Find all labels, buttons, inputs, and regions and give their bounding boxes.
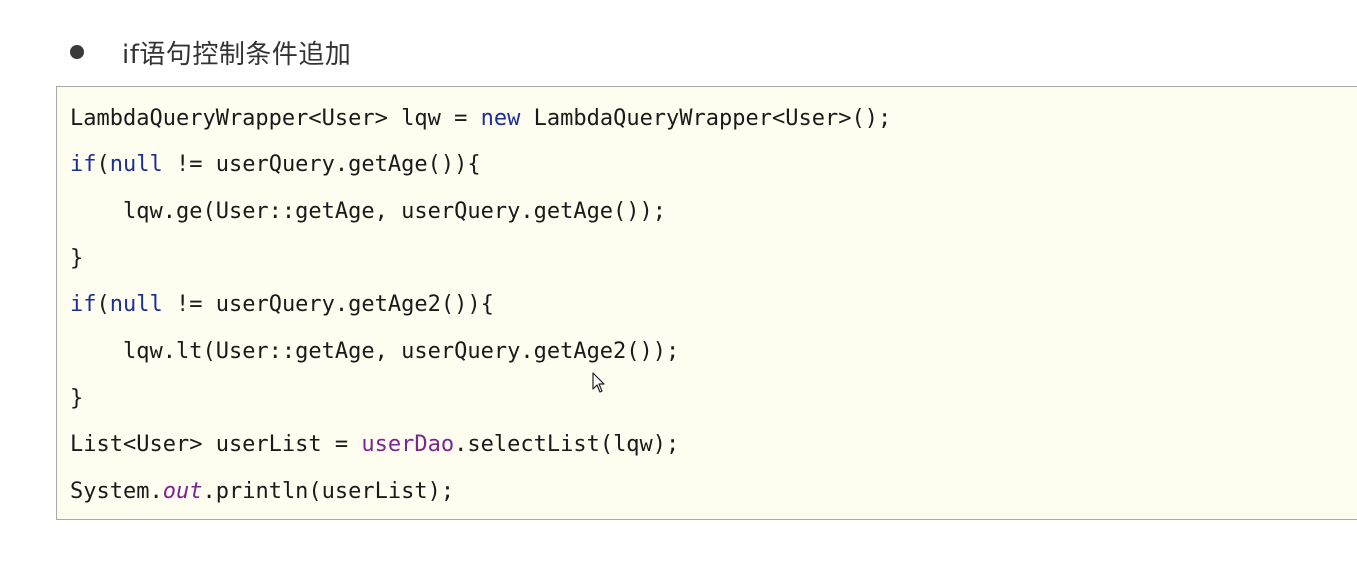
code-line: if(null != userQuery.getAge2()){ — [70, 290, 494, 320]
code-line: lqw.ge(User::getAge, userQuery.getAge())… — [70, 197, 666, 227]
code-token-plain: .selectList(lqw); — [454, 432, 680, 457]
code-line: LambdaQueryWrapper<User> lqw = new Lambd… — [70, 104, 891, 134]
code-token-plain: .println(userList); — [202, 479, 455, 504]
code-token-keyword: if — [70, 292, 97, 317]
code-line: lqw.lt(User::getAge, userQuery.getAge2()… — [70, 337, 679, 367]
code-line: } — [70, 384, 83, 414]
code-token-keyword: if — [70, 152, 97, 177]
code-token-keyword: null — [109, 152, 163, 177]
code-token-plain: ( — [96, 292, 110, 317]
code-token-plain: != userQuery.getAge()){ — [162, 152, 481, 177]
code-token-static-field: out — [162, 479, 203, 504]
code-line: if(null != userQuery.getAge()){ — [70, 150, 481, 180]
code-token-field: userDao — [361, 432, 455, 457]
code-token-plain: List<User> userList = — [70, 432, 362, 457]
code-token-plain: } — [70, 246, 84, 271]
code-line: List<User> userList = userDao.selectList… — [70, 430, 679, 460]
code-token-plain: LambdaQueryWrapper<User>(); — [520, 106, 892, 131]
code-token-plain: != userQuery.getAge2()){ — [162, 292, 494, 317]
code-token-plain: } — [70, 386, 84, 411]
code-token-keyword: null — [109, 292, 163, 317]
section-heading: if语句控制条件追加 — [70, 30, 351, 74]
code-line: System.out.println(userList); — [70, 477, 454, 507]
code-token-plain: lqw.ge(User::getAge, userQuery.getAge())… — [122, 199, 667, 224]
code-block: LambdaQueryWrapper<User> lqw = new Lambd… — [56, 86, 1357, 520]
code-token-plain: ( — [96, 152, 110, 177]
code-line: } — [70, 244, 83, 274]
code-token-keyword: new — [480, 106, 521, 131]
code-token-plain: System. — [70, 479, 163, 504]
bullet-icon — [70, 45, 84, 59]
code-token-plain: lqw.lt(User::getAge, userQuery.getAge2()… — [122, 339, 680, 364]
heading-text: if语句控制条件追加 — [122, 39, 352, 70]
code-token-plain: LambdaQueryWrapper<User> lqw = — [70, 106, 481, 131]
mouse-pointer-icon — [592, 372, 605, 393]
